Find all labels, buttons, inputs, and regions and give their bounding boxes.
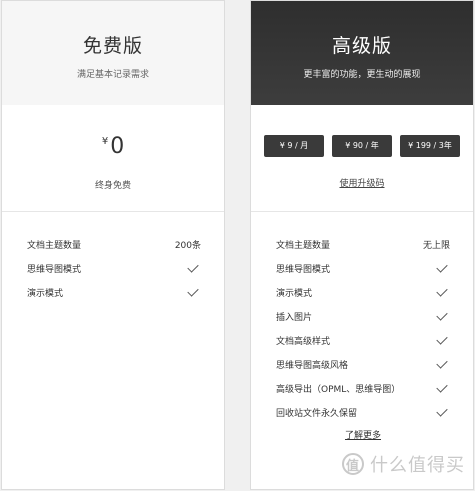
price-option-monthly[interactable]: ¥ 9 / 月 [264, 135, 324, 157]
pro-feature-list: 文档主题数量 无上限 思维导图模式 演示模式 插入图片 文档高级样式 思维导图高… [251, 212, 473, 442]
check-icon [436, 356, 448, 369]
check-icon [436, 308, 448, 321]
watermark-text: 什么值得买 [370, 455, 465, 476]
feature-label: 思维导图模式 [27, 264, 82, 275]
feature-label: 演示模式 [27, 288, 64, 299]
free-plan-title: 免费版 [82, 35, 143, 57]
pro-plan-header: 高级版 更丰富的功能，更生动的展现 [251, 1, 473, 105]
check-icon [187, 284, 199, 297]
feature-row: 思维导图模式 [276, 256, 450, 280]
feature-row: 回收站文件永久保留 [276, 400, 450, 424]
free-price: ¥0 [2, 134, 224, 159]
feature-row: 演示模式 [27, 280, 201, 304]
learn-more-link[interactable]: 了解更多 [276, 428, 450, 441]
free-plan-header: 免费版 满足基本记录需求 [2, 1, 224, 105]
price-option-3year[interactable]: ¥ 199 / 3年 [400, 135, 460, 157]
feature-label: 思维导图高级风格 [276, 360, 349, 371]
feature-row: 文档主题数量 200条 [27, 232, 201, 256]
free-price-note: 终身免费 [94, 181, 131, 191]
feature-row: 插入图片 [276, 304, 450, 328]
check-icon [436, 260, 448, 273]
feature-row: 文档高级样式 [276, 328, 450, 352]
currency-symbol: ¥ [101, 136, 109, 147]
check-icon [436, 332, 448, 345]
watermark: 值 什么值得买 [342, 451, 465, 477]
feature-label: 文档高级样式 [276, 336, 331, 347]
upgrade-code-link[interactable]: 使用升级码 [251, 176, 473, 189]
feature-row: 思维导图高级风格 [276, 352, 450, 376]
watermark-logo-icon: 值 [342, 453, 364, 475]
check-icon [436, 404, 448, 417]
pro-price-area: ¥ 9 / 月 ¥ 90 / 年 ¥ 199 / 3年 使用升级码 [251, 105, 473, 212]
feature-row: 思维导图模式 [27, 256, 201, 280]
feature-label: 文档主题数量 [27, 240, 82, 251]
free-plan-card: 免费版 满足基本记录需求 ¥0 终身免费 文档主题数量 200条 思维导图模式 … [1, 0, 225, 490]
feature-row: 高级导出（OPML、思维导图） [276, 376, 450, 400]
price-option-yearly[interactable]: ¥ 90 / 年 [332, 135, 392, 157]
feature-label: 插入图片 [276, 312, 313, 323]
check-icon [436, 380, 448, 393]
feature-label: 思维导图模式 [276, 264, 331, 275]
pro-price-options: ¥ 9 / 月 ¥ 90 / 年 ¥ 199 / 3年 [264, 135, 460, 157]
feature-label: 回收站文件永久保留 [276, 408, 358, 419]
free-feature-list: 文档主题数量 200条 思维导图模式 演示模式 [2, 212, 224, 304]
feature-row: 文档主题数量 无上限 [276, 232, 450, 256]
pro-plan-subtitle: 更丰富的功能，更生动的展现 [303, 70, 421, 80]
feature-label: 高级导出（OPML、思维导图） [276, 384, 401, 395]
feature-label: 演示模式 [276, 288, 313, 299]
free-price-value: 0 [110, 134, 125, 159]
feature-label: 文档主题数量 [276, 240, 331, 251]
check-icon [436, 284, 448, 297]
feature-row: 演示模式 [276, 280, 450, 304]
feature-value: 200条 [174, 240, 201, 251]
pro-plan-card: 高级版 更丰富的功能，更生动的展现 ¥ 9 / 月 ¥ 90 / 年 ¥ 199… [250, 0, 474, 490]
free-price-area: ¥0 终身免费 [2, 105, 224, 212]
free-plan-subtitle: 满足基本记录需求 [76, 70, 149, 80]
pro-plan-title: 高级版 [331, 35, 392, 57]
feature-value: 无上限 [422, 240, 450, 251]
check-icon [187, 260, 199, 273]
